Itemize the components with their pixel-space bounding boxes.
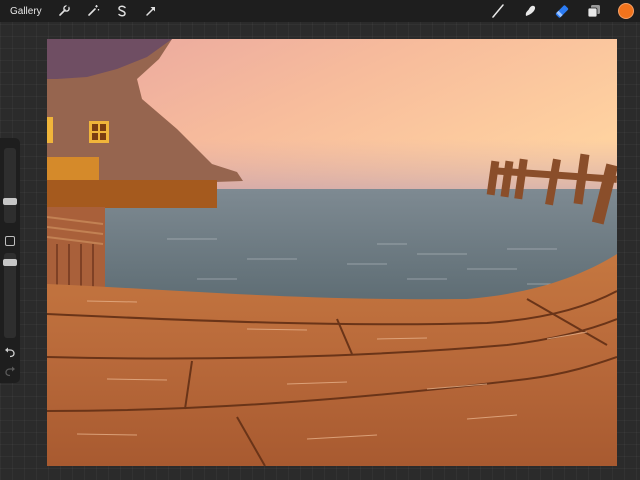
gallery-button[interactable]: Gallery bbox=[10, 6, 42, 17]
brush-size-thumb[interactable] bbox=[3, 198, 17, 205]
redo-icon[interactable] bbox=[3, 364, 17, 378]
eraser-icon[interactable] bbox=[554, 3, 570, 19]
brush-size-slider[interactable] bbox=[3, 148, 17, 223]
painting-icon bbox=[47, 39, 617, 466]
right-tool-group bbox=[474, 3, 634, 19]
magic-wand-icon[interactable] bbox=[85, 3, 101, 19]
drawing-canvas[interactable] bbox=[47, 39, 617, 466]
smudge-icon[interactable] bbox=[522, 3, 538, 19]
top-toolbar: Gallery bbox=[0, 0, 640, 22]
opacity-thumb[interactable] bbox=[3, 259, 17, 266]
selection-s-icon[interactable] bbox=[114, 3, 130, 19]
transform-arrow-icon[interactable] bbox=[143, 3, 159, 19]
color-swatch-button[interactable] bbox=[618, 3, 634, 19]
brush-icon[interactable] bbox=[490, 3, 506, 19]
opacity-slider[interactable] bbox=[3, 253, 17, 338]
left-sidebar bbox=[0, 138, 20, 383]
square-icon[interactable] bbox=[5, 236, 15, 246]
layers-icon[interactable] bbox=[586, 3, 602, 19]
undo-icon[interactable] bbox=[3, 345, 17, 359]
wrench-icon[interactable] bbox=[56, 3, 72, 19]
